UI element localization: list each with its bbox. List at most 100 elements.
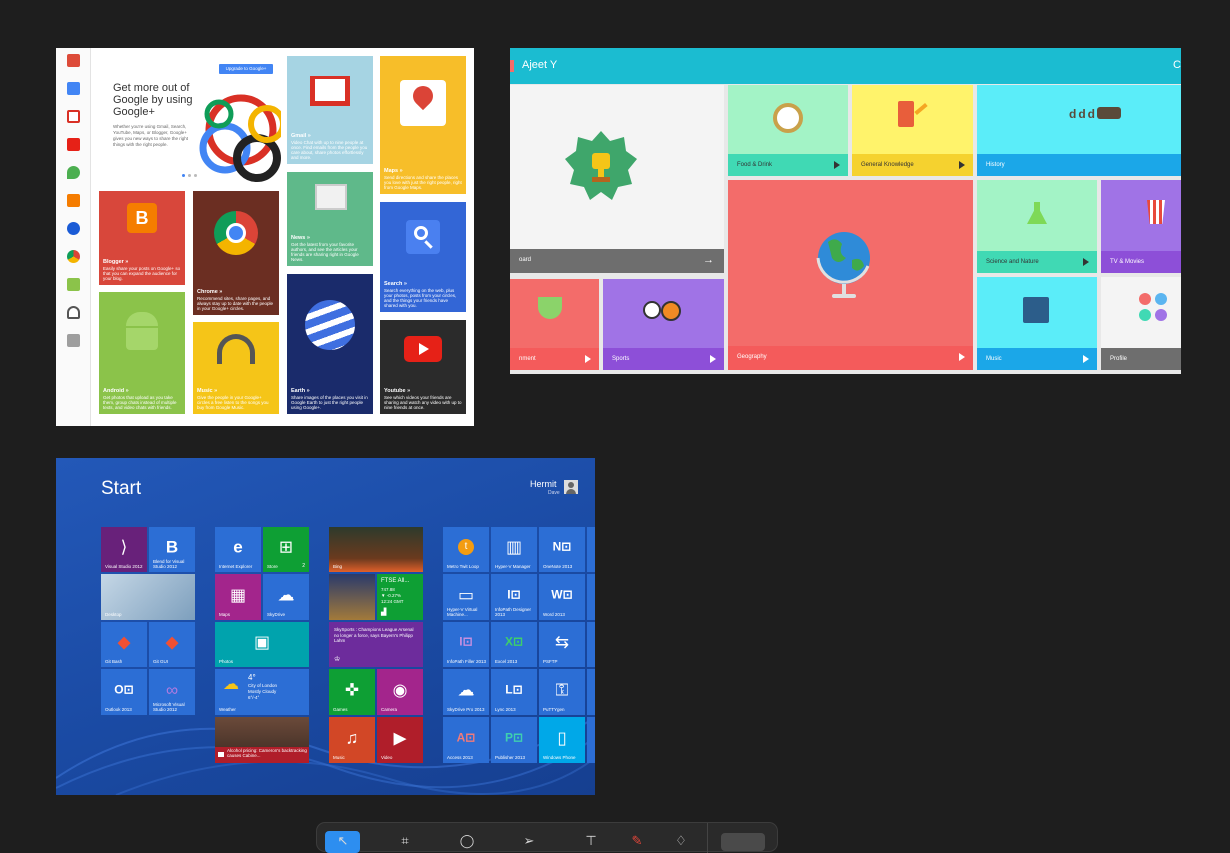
upgrade-button[interactable]: Upgrade to Google+ xyxy=(219,64,273,74)
blogger-icon[interactable] xyxy=(67,194,80,207)
puttygen-tile[interactable]: ⚿ PuTTYgen xyxy=(539,669,585,715)
maps-icon[interactable] xyxy=(67,166,80,179)
sports-tile[interactable]: Sports xyxy=(603,279,724,370)
tile-label: Blend for Visual Studio 2012 xyxy=(153,559,185,569)
android-tile[interactable]: Android » Get photos that upload as you t… xyxy=(99,292,185,414)
onenote-tile[interactable]: N⊡ OneNote 2013 xyxy=(539,527,585,572)
blogger-tile[interactable]: B Blogger » Easily share your posts on Go… xyxy=(99,191,185,285)
tv-movies-tile[interactable]: TV & Movies xyxy=(1101,180,1181,273)
lync-tile[interactable]: L⊡ Lync 2013 xyxy=(491,669,537,715)
windows-phone-tile[interactable]: ▯ Windows Phone xyxy=(539,717,585,763)
header-right-label[interactable]: C xyxy=(1173,59,1181,71)
food-drink-tile[interactable]: Food & Drink xyxy=(728,85,848,176)
blend-tile[interactable]: B Blend for Visual Studio 2012 xyxy=(149,527,195,572)
search-title: Search » xyxy=(384,281,407,287)
publisher-tile[interactable]: P⊡ Publisher 2013 xyxy=(491,717,537,763)
crop-icon[interactable]: ⌗ xyxy=(395,831,415,851)
psftp-tile[interactable]: ⇆ PSFTP xyxy=(539,622,585,667)
news-icon[interactable] xyxy=(67,334,80,347)
toggle-switch-icon[interactable] xyxy=(721,833,765,851)
lync-icon: L⊡ xyxy=(505,682,523,697)
music-tile[interactable]: ♫ Music xyxy=(329,717,375,763)
pen-icon[interactable]: ➢ xyxy=(519,831,539,851)
store-tile[interactable]: ⊞ Store 2 xyxy=(263,527,309,572)
video-tile[interactable]: ▶ Video xyxy=(377,717,423,763)
geography-tile[interactable]: Geography xyxy=(728,180,973,370)
text-icon[interactable]: ⊤ xyxy=(581,831,601,851)
android-icon[interactable] xyxy=(67,278,80,291)
earth-icon[interactable] xyxy=(67,222,80,235)
ms-visual-studio-tile[interactable]: ∞ Microsoft Visual Studio 2012 xyxy=(149,669,195,715)
select-arrow-icon[interactable]: ↖ xyxy=(333,831,353,851)
music-category-tile[interactable]: Music xyxy=(977,277,1097,370)
maps-tile[interactable]: Maps » Send directions and share the plac… xyxy=(380,56,466,194)
shapes-icon[interactable]: ♢ xyxy=(671,831,691,851)
general-knowledge-tile[interactable]: General Knowledge xyxy=(852,85,973,176)
access-tile[interactable]: A⊡ Access 2013 xyxy=(443,717,489,763)
outlook-tile[interactable]: O⊡ Outlook 2013 xyxy=(101,669,147,715)
headphones-icon xyxy=(217,334,255,364)
chrome-tile[interactable]: Chrome » Recommend sites, share pages, an… xyxy=(193,191,279,315)
weather-tile[interactable]: ☁ 4° City of London Mostly Cloudy 6°/-4°… xyxy=(215,669,309,715)
profile-avatars-icon xyxy=(1139,293,1179,323)
youtube-icon[interactable] xyxy=(67,138,80,151)
city-photo-tile[interactable] xyxy=(329,574,375,620)
internet-explorer-tile[interactable]: e Internet Explorer xyxy=(215,527,261,572)
leaderboard-label: oard xyxy=(519,257,532,263)
youtube-tile[interactable]: Youtube » See which videos your friends a… xyxy=(380,320,466,414)
excel-tile[interactable]: X⊡ Excel 2013 xyxy=(491,622,537,667)
chrome-icon[interactable] xyxy=(67,250,80,263)
youtube-play-icon xyxy=(404,336,442,362)
google-plus-icon[interactable] xyxy=(67,54,80,67)
finance-tile[interactable]: FTSE All... 747.88 ▼ -0.27% 12:24 GMT ▟ xyxy=(377,574,423,620)
trophy-icon: ♔ xyxy=(334,656,341,663)
sports-news-tile[interactable]: SkySports : Champions League Arsenal no … xyxy=(329,622,423,667)
camera-tile[interactable]: ◉ Camera xyxy=(377,669,423,715)
earth-tile[interactable]: Earth » Share images of the places you vi… xyxy=(287,274,373,414)
highlighter-icon[interactable]: ✎ xyxy=(627,831,647,851)
search-icon[interactable] xyxy=(67,82,80,95)
profile-tile[interactable]: Profile xyxy=(1101,277,1181,370)
visual-studio-2012-tile[interactable]: ⟩ Visual Studio 2012 xyxy=(101,527,147,572)
partial-tile[interactable] xyxy=(587,669,595,715)
git-gui-tile[interactable]: ◆ Git GUI xyxy=(149,622,195,667)
user-name[interactable]: Hermit xyxy=(530,479,557,489)
cloud-icon: ☁ xyxy=(457,680,475,700)
partial-tile[interactable] xyxy=(587,622,595,667)
history-tile[interactable]: ddd History xyxy=(977,85,1181,176)
music-tile[interactable]: Music » Give the people in your Google+ c… xyxy=(193,322,279,414)
gmail-tile[interactable]: Gmail » Video Chat with up to nine people… xyxy=(287,56,373,164)
user-avatar[interactable] xyxy=(564,480,578,494)
finance-change: ▼ -0.27% xyxy=(381,593,401,598)
leaderboard-tile[interactable]: oard → xyxy=(510,85,724,273)
partial-tile[interactable] xyxy=(587,717,595,763)
entertainment-tile[interactable]: nment xyxy=(510,279,599,370)
news-title: News » xyxy=(291,235,310,241)
maps-tile[interactable]: ▦ Maps xyxy=(215,574,261,620)
desktop-tile[interactable]: Desktop xyxy=(101,574,195,620)
hyperv-vm-tile[interactable]: ▭ Hyper-V Virtual Machine... xyxy=(443,574,489,620)
partial-tile[interactable] xyxy=(587,574,595,620)
news-tile[interactable]: News » Get the latest from your favorite … xyxy=(287,172,373,266)
music-icon[interactable] xyxy=(67,306,80,319)
metro-twit-tile[interactable]: t Metro Twit Loop xyxy=(443,527,489,572)
carousel-dots[interactable] xyxy=(182,174,198,178)
games-tile[interactable]: ✜ Games xyxy=(329,669,375,715)
skydrive-pro-tile[interactable]: ☁ SkyDrive Pro 2013 xyxy=(443,669,489,715)
search-tile[interactable]: Search » Search everything on the web, pl… xyxy=(380,202,466,312)
news-photo-tile[interactable]: Alcohol pricing: Cameron's backtracking … xyxy=(215,717,309,763)
gmail-icon[interactable] xyxy=(67,110,80,123)
science-nature-tile[interactable]: Science and Nature xyxy=(977,180,1097,273)
hyperv-manager-tile[interactable]: ▥ Hyper-V Manager xyxy=(491,527,537,572)
skydrive-tile[interactable]: ☁ SkyDrive xyxy=(263,574,309,620)
infopath-designer-tile[interactable]: I⊡ InfoPath Designer 2013 xyxy=(491,574,537,620)
bing-tile[interactable]: Bing xyxy=(329,527,423,572)
comment-icon[interactable]: ◯ xyxy=(457,831,477,851)
partial-tile[interactable] xyxy=(587,527,595,572)
word-tile[interactable]: W⊡ Word 2013 xyxy=(539,574,585,620)
gmail-text: Video Chat with up to nine people at onc… xyxy=(291,140,368,160)
photos-tile[interactable]: ▣ Photos xyxy=(215,622,309,667)
git-bash-tile[interactable]: ◆ Git Bash xyxy=(101,622,147,667)
infopath-filler-tile[interactable]: I⊡ InfoPath Filler 2013 xyxy=(443,622,489,667)
search-text: Search everything on the web, plus your … xyxy=(384,288,457,308)
